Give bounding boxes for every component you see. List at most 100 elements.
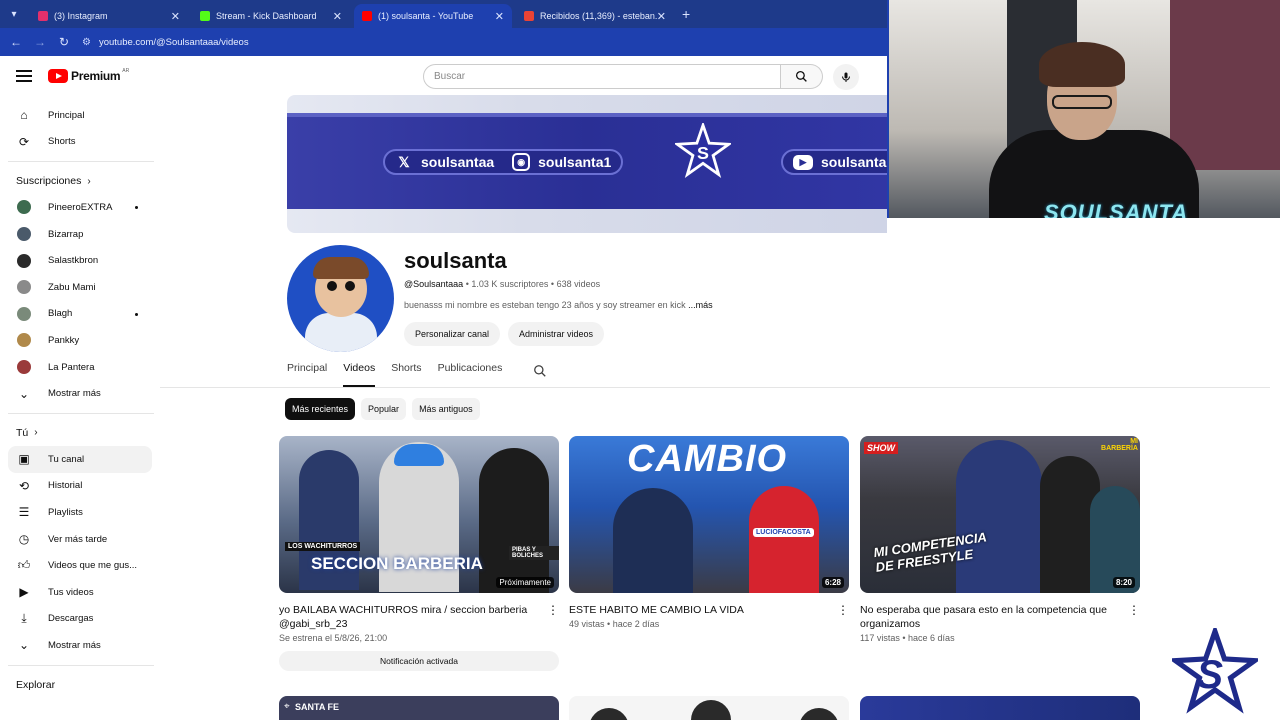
more-options-icon[interactable]: ⋮ xyxy=(1128,603,1140,617)
clock-icon: ◷ xyxy=(18,532,30,547)
menu-icon[interactable] xyxy=(16,70,32,82)
webcam-watermark: SOULSANTA xyxy=(1044,200,1189,218)
new-tab-button[interactable]: + xyxy=(682,6,690,22)
sidebar-item-label: Tu canal xyxy=(48,453,85,465)
manage-videos-button[interactable]: Administrar videos xyxy=(508,322,605,346)
video-card[interactable]: SHOW MI BARBERÍA MI COMPETENCIA DE FREES… xyxy=(860,436,1140,643)
thumb-person xyxy=(799,708,839,720)
sidebar-item-history[interactable]: ⟲ Historial xyxy=(0,473,160,500)
description-text: buenasss mi nombre es esteban tengo 23 a… xyxy=(404,300,686,310)
sidebar-subscription[interactable]: Zabu Mami xyxy=(0,274,160,301)
voice-search-button[interactable] xyxy=(833,64,859,90)
avatar xyxy=(17,227,31,242)
notification-button[interactable]: Notificación activada xyxy=(279,651,559,671)
channel-banner: 𝕏 soulsantaa ◉ soulsanta1 S ▶ soulsanta xyxy=(287,95,887,233)
sidebar-item-clock[interactable]: ◷ Ver más tarde xyxy=(0,526,160,553)
sidebar-item-label: Shorts xyxy=(48,136,76,148)
sidebar-item-shorts[interactable]: ⟳ Shorts xyxy=(0,129,160,156)
video-thumbnail[interactable]: SHOW MI BARBERÍA MI COMPETENCIA DE FREES… xyxy=(860,436,1140,593)
chip-recent[interactable]: Más recientes xyxy=(285,398,356,420)
close-tab-icon[interactable]: ✕ xyxy=(333,10,342,23)
tab-title: Recibidos (11,369) - esteban.09 xyxy=(540,11,657,21)
sidebar-item-playlist[interactable]: ☰ Playlists xyxy=(0,499,160,526)
sidebar-item-account[interactable]: ▣ Tu canal xyxy=(8,445,152,473)
close-tab-icon[interactable]: ✕ xyxy=(657,10,666,23)
upload-age: hace 2 días xyxy=(612,619,660,629)
video-thumbnail[interactable] xyxy=(860,696,1140,720)
sidebar-item-label: Videos que me gus... xyxy=(48,560,138,572)
x-icon: 𝕏 xyxy=(398,153,410,170)
thumb-title-text: SECCION BARBERIA xyxy=(311,554,483,573)
sidebar-item-label: Mostrar más xyxy=(48,388,101,400)
forward-icon[interactable]: → xyxy=(28,35,52,49)
sidebar-item-video[interactable]: ▶ Tus videos xyxy=(0,579,160,606)
subscriptions-heading[interactable]: Suscripciones › xyxy=(0,168,160,194)
thumb-person xyxy=(956,440,1042,593)
like-icon: 👍︎ xyxy=(17,558,31,573)
sidebar-item-like[interactable]: 👍︎ Videos que me gus... xyxy=(0,552,160,579)
sidebar-subscription[interactable]: PineeroEXTRA xyxy=(0,194,160,221)
customize-channel-button[interactable]: Personalizar canal xyxy=(404,322,501,346)
video-thumbnail[interactable] xyxy=(569,696,849,720)
chip-oldest[interactable]: Más antiguos xyxy=(412,398,480,420)
premiere-badge: Próximamente xyxy=(496,577,554,588)
sidebar-item-principal[interactable]: ⌂ Principal xyxy=(0,102,160,129)
video-card[interactable]: LOS WACHITURROS PIBAS Y BOLICHES SECCION… xyxy=(279,436,559,671)
explore-heading: Explorar xyxy=(0,672,160,698)
youtube-premium-logo[interactable]: Premium AR xyxy=(48,68,129,83)
home-icon: ⌂ xyxy=(20,108,28,123)
video-thumbnail[interactable]: LOS WACHITURROS PIBAS Y BOLICHES SECCION… xyxy=(279,436,559,593)
close-tab-icon[interactable]: ✕ xyxy=(495,10,504,23)
tabs-divider xyxy=(160,387,1270,388)
channel-avatar[interactable] xyxy=(287,245,394,352)
address-bar[interactable]: ⚙ youtube.com/@Soulsantaaa/videos xyxy=(82,37,249,48)
video-title[interactable]: No esperaba que pasara esto en la compet… xyxy=(860,603,1122,631)
gmail-icon xyxy=(524,11,534,21)
show-more-subscriptions[interactable]: ⌄ Mostrar más xyxy=(0,380,160,407)
show-more-you[interactable]: ⌄ Mostrar más xyxy=(0,632,160,659)
browser-tab-kick[interactable]: Stream - Kick Dashboard ✕ xyxy=(192,4,350,28)
location-pin-icon: ⌖ xyxy=(284,701,290,712)
close-tab-icon[interactable]: ✕ xyxy=(171,10,180,23)
chevron-down-icon: ⌄ xyxy=(18,638,30,653)
tab-videos[interactable]: Videos xyxy=(343,362,375,387)
sidebar-item-download[interactable]: ⤓ Descargas xyxy=(0,606,160,633)
browser-tab-instagram[interactable]: (3) Instagram ✕ xyxy=(30,4,188,28)
description-more[interactable]: ...más xyxy=(688,300,713,310)
site-info-icon[interactable]: ⚙ xyxy=(82,37,91,48)
video-meta: 117 vistas • hace 6 días xyxy=(860,633,1140,643)
tab-shorts[interactable]: Shorts xyxy=(391,362,421,382)
video-thumbnail[interactable]: ⌖ SANTA FE xyxy=(279,696,559,720)
video-title[interactable]: yo BAILABA WACHITURROS mira / seccion ba… xyxy=(279,603,541,631)
reload-icon[interactable]: ↻ xyxy=(52,35,76,49)
video-thumbnail[interactable]: CAMBIO LUCIOFACOSTA 6:28 xyxy=(569,436,849,593)
tab-principal[interactable]: Principal xyxy=(287,362,327,382)
back-icon[interactable]: ← xyxy=(4,35,28,49)
search-button[interactable] xyxy=(781,64,823,89)
chip-popular[interactable]: Popular xyxy=(361,398,407,420)
star-logo-icon: S xyxy=(675,123,731,179)
browser-tab-gmail[interactable]: Recibidos (11,369) - esteban.09 ✕ xyxy=(516,4,674,28)
sidebar-subscription[interactable]: Bizarrap xyxy=(0,221,160,248)
sidebar-subscription[interactable]: Pankky xyxy=(0,327,160,354)
more-options-icon[interactable]: ⋮ xyxy=(837,603,849,617)
sidebar-subscription[interactable]: Salastkbron xyxy=(0,247,160,274)
video-icon: ▶ xyxy=(19,585,29,600)
sidebar-subscription[interactable]: La Pantera xyxy=(0,354,160,381)
video-card[interactable]: CAMBIO LUCIOFACOSTA 6:28 ESTE HABITO ME … xyxy=(569,436,849,629)
channel-description[interactable]: buenasss mi nombre es esteban tengo 23 a… xyxy=(404,300,713,310)
chevron-down-icon: ⌄ xyxy=(18,386,30,401)
avatar xyxy=(17,306,31,321)
chevron-right-icon: › xyxy=(34,427,38,439)
you-heading[interactable]: Tú › xyxy=(0,420,160,446)
divider xyxy=(8,161,154,163)
more-options-icon[interactable]: ⋮ xyxy=(547,603,559,617)
sidebar-subscription[interactable]: Blagh xyxy=(0,301,160,328)
tab-publicaciones[interactable]: Publicaciones xyxy=(438,362,503,382)
search-input[interactable]: Buscar xyxy=(423,64,781,89)
browser-tab-youtube[interactable]: (1) soulsanta - YouTube ✕ xyxy=(354,4,512,28)
channel-search-button[interactable] xyxy=(533,364,547,383)
tab-list-button[interactable]: ▾ xyxy=(2,3,26,25)
sidebar-item-label: Bizarrap xyxy=(48,228,84,240)
video-title[interactable]: ESTE HABITO ME CAMBIO LA VIDA xyxy=(569,603,831,617)
